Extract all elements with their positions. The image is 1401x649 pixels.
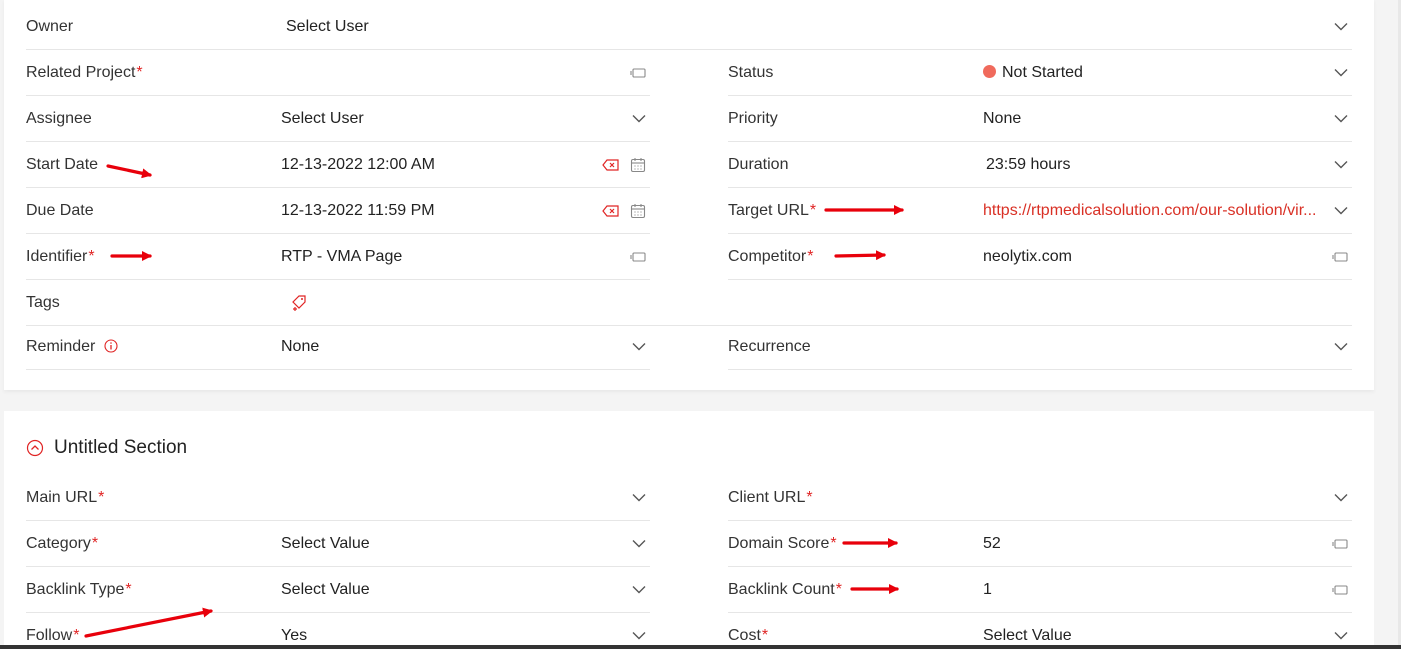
lookup-icon[interactable] (1332, 251, 1348, 263)
backlink-count-field[interactable]: Backlink Count* 1 (728, 567, 1352, 613)
priority-label: Priority (728, 109, 778, 127)
task-details-panel: Owner Select User Related Project* Statu… (4, 0, 1374, 390)
start-date-label: Start Date (26, 155, 99, 173)
chevron-down-icon[interactable] (632, 114, 646, 123)
calendar-icon[interactable] (630, 203, 646, 219)
clear-icon[interactable] (602, 158, 620, 171)
duration-label: Duration (728, 155, 789, 173)
assignee-value[interactable]: Select User (281, 110, 364, 128)
priority-value[interactable]: None (983, 110, 1021, 128)
chevron-down-icon[interactable] (1334, 22, 1348, 31)
competitor-label: Competitor (728, 247, 807, 265)
competitor-field[interactable]: Competitor* neolytix.com (728, 234, 1352, 280)
identifier-field[interactable]: Identifier* RTP - VMA Page (26, 234, 650, 280)
follow-label: Follow (26, 626, 73, 644)
cost-value[interactable]: Select Value (983, 627, 1072, 645)
identifier-value[interactable]: RTP - VMA Page (281, 248, 402, 266)
backlink-type-value[interactable]: Select Value (281, 581, 370, 599)
related-project-label: Related Project (26, 63, 136, 81)
bottom-bar (0, 645, 1401, 649)
domain-score-label: Domain Score (728, 534, 830, 552)
main-url-label: Main URL (26, 488, 98, 506)
chevron-down-icon[interactable] (1334, 68, 1348, 77)
calendar-icon[interactable] (630, 157, 646, 173)
reminder-label: Reminder (26, 337, 96, 355)
cost-field[interactable]: Cost* Select Value (728, 613, 1352, 649)
section-header[interactable]: Untitled Section (26, 437, 187, 459)
owner-label: Owner (26, 17, 74, 35)
clear-icon[interactable] (602, 204, 620, 217)
status-field[interactable]: Status Not Started (728, 50, 1352, 96)
assignee-field[interactable]: Assignee Select User (26, 96, 650, 142)
duration-field[interactable]: Duration 23:59 hours (728, 142, 1352, 188)
tags-label: Tags (26, 293, 60, 311)
cost-label: Cost (728, 626, 761, 644)
reminder-field[interactable]: Reminder None (26, 324, 650, 370)
backlink-count-label: Backlink Count (728, 580, 835, 598)
chevron-down-icon[interactable] (1334, 206, 1348, 215)
tags-field[interactable]: Tags (26, 280, 1352, 326)
lookup-icon[interactable] (630, 67, 646, 79)
due-date-label: Due Date (26, 201, 94, 219)
competitor-value[interactable]: neolytix.com (983, 248, 1072, 266)
start-date-value[interactable]: 12-13-2022 12:00 AM (281, 156, 435, 174)
target-url-field[interactable]: Target URL* https://rtpmedicalsolution.c… (728, 188, 1352, 234)
reminder-value[interactable]: None (281, 338, 319, 356)
chevron-down-icon[interactable] (1334, 493, 1348, 502)
chevron-down-icon[interactable] (1334, 342, 1348, 351)
category-label: Category (26, 534, 91, 552)
collapse-icon[interactable] (26, 439, 44, 457)
status-label: Status (728, 63, 774, 81)
recurrence-label: Recurrence (728, 337, 811, 355)
follow-field[interactable]: Follow* Yes (26, 613, 650, 649)
priority-field[interactable]: Priority None (728, 96, 1352, 142)
related-project-field[interactable]: Related Project* (26, 50, 650, 96)
category-field[interactable]: Category* Select Value (26, 521, 650, 567)
info-icon[interactable] (104, 338, 118, 353)
chevron-down-icon[interactable] (1334, 160, 1348, 169)
assignee-label: Assignee (26, 109, 92, 127)
backlink-count-value[interactable]: 1 (983, 581, 992, 599)
target-url-label: Target URL (728, 201, 809, 219)
owner-value[interactable]: Select User (286, 18, 369, 36)
chevron-down-icon[interactable] (632, 342, 646, 351)
backlink-type-label: Backlink Type (26, 580, 125, 598)
recurrence-field[interactable]: Recurrence (728, 324, 1352, 370)
add-tag-icon[interactable] (290, 294, 308, 312)
follow-value[interactable]: Yes (281, 627, 307, 645)
chevron-down-icon[interactable] (632, 585, 646, 594)
lookup-icon[interactable] (1332, 584, 1348, 596)
duration-value[interactable]: 23:59 hours (986, 156, 1071, 174)
client-url-field[interactable]: Client URL* (728, 475, 1352, 521)
due-date-value[interactable]: 12-13-2022 11:59 PM (281, 202, 435, 220)
client-url-label: Client URL (728, 488, 806, 506)
target-url-value[interactable]: https://rtpmedicalsolution.com/our-solut… (983, 202, 1316, 220)
identifier-label: Identifier (26, 247, 88, 265)
lookup-icon[interactable] (1332, 538, 1348, 550)
status-dot-icon (983, 64, 996, 78)
chevron-down-icon[interactable] (632, 631, 646, 640)
main-url-field[interactable]: Main URL* (26, 475, 650, 521)
chevron-down-icon[interactable] (1334, 631, 1348, 640)
domain-score-field[interactable]: Domain Score* 52 (728, 521, 1352, 567)
chevron-down-icon[interactable] (632, 539, 646, 548)
chevron-down-icon[interactable] (1334, 114, 1348, 123)
owner-field[interactable]: Owner Select User (26, 4, 1352, 50)
backlink-type-field[interactable]: Backlink Type* Select Value (26, 567, 650, 613)
domain-score-value[interactable]: 52 (983, 535, 1001, 553)
category-value[interactable]: Select Value (281, 535, 370, 553)
status-value: Not Started (1002, 63, 1083, 81)
section-title: Untitled Section (54, 437, 188, 458)
lookup-icon[interactable] (630, 251, 646, 263)
due-date-field[interactable]: Due Date 12-13-2022 11:59 PM (26, 188, 650, 234)
chevron-down-icon[interactable] (632, 493, 646, 502)
untitled-section-panel: Untitled Section Main URL* Client URL* C… (4, 411, 1374, 649)
start-date-field[interactable]: Start Date 12-13-2022 12:00 AM (26, 142, 650, 188)
